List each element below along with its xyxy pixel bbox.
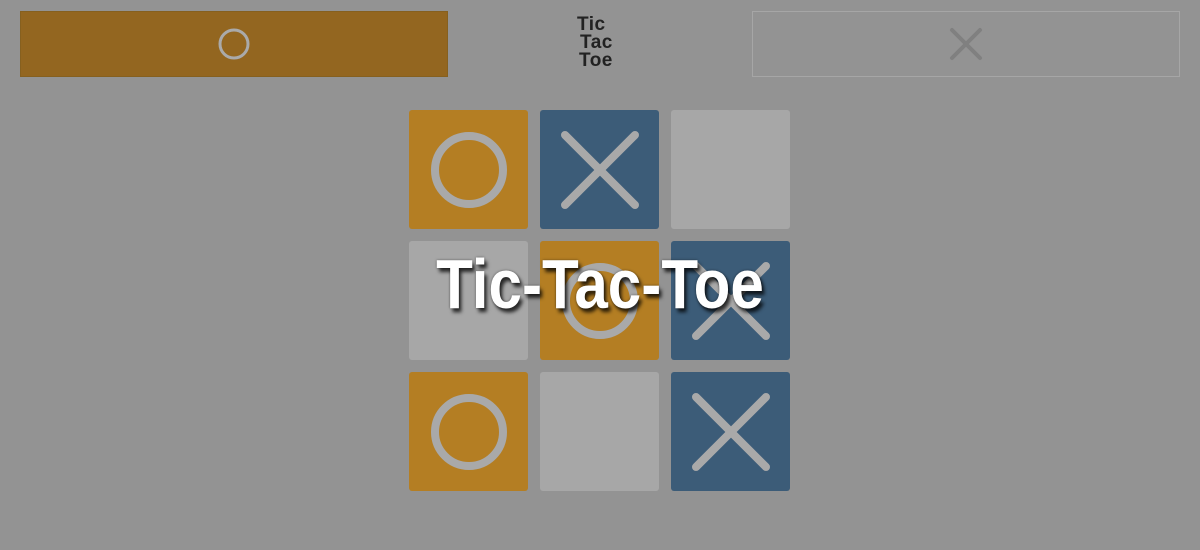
- x-mark-icon: [950, 28, 982, 60]
- x-mark-icon: [691, 392, 770, 471]
- logo-line-toe: Toe: [579, 50, 613, 71]
- overlay-title: Tic-Tac-Toe: [436, 245, 764, 323]
- o-mark-icon: [430, 131, 507, 208]
- x-mark-icon: [560, 130, 639, 209]
- board-cell-0-1: [540, 110, 659, 229]
- player-x-indicator: [752, 11, 1180, 77]
- board-cell-2-0: [409, 372, 528, 491]
- board-cell-0-2[interactable]: [671, 110, 790, 229]
- o-mark-icon: [430, 393, 507, 470]
- board-cell-0-0: [409, 110, 528, 229]
- game-logo: Tic Tac Toe: [560, 15, 640, 76]
- board-cell-2-1[interactable]: [540, 372, 659, 491]
- o-mark-icon: [218, 28, 250, 60]
- board-cell-2-2: [671, 372, 790, 491]
- player-o-indicator: [20, 11, 448, 77]
